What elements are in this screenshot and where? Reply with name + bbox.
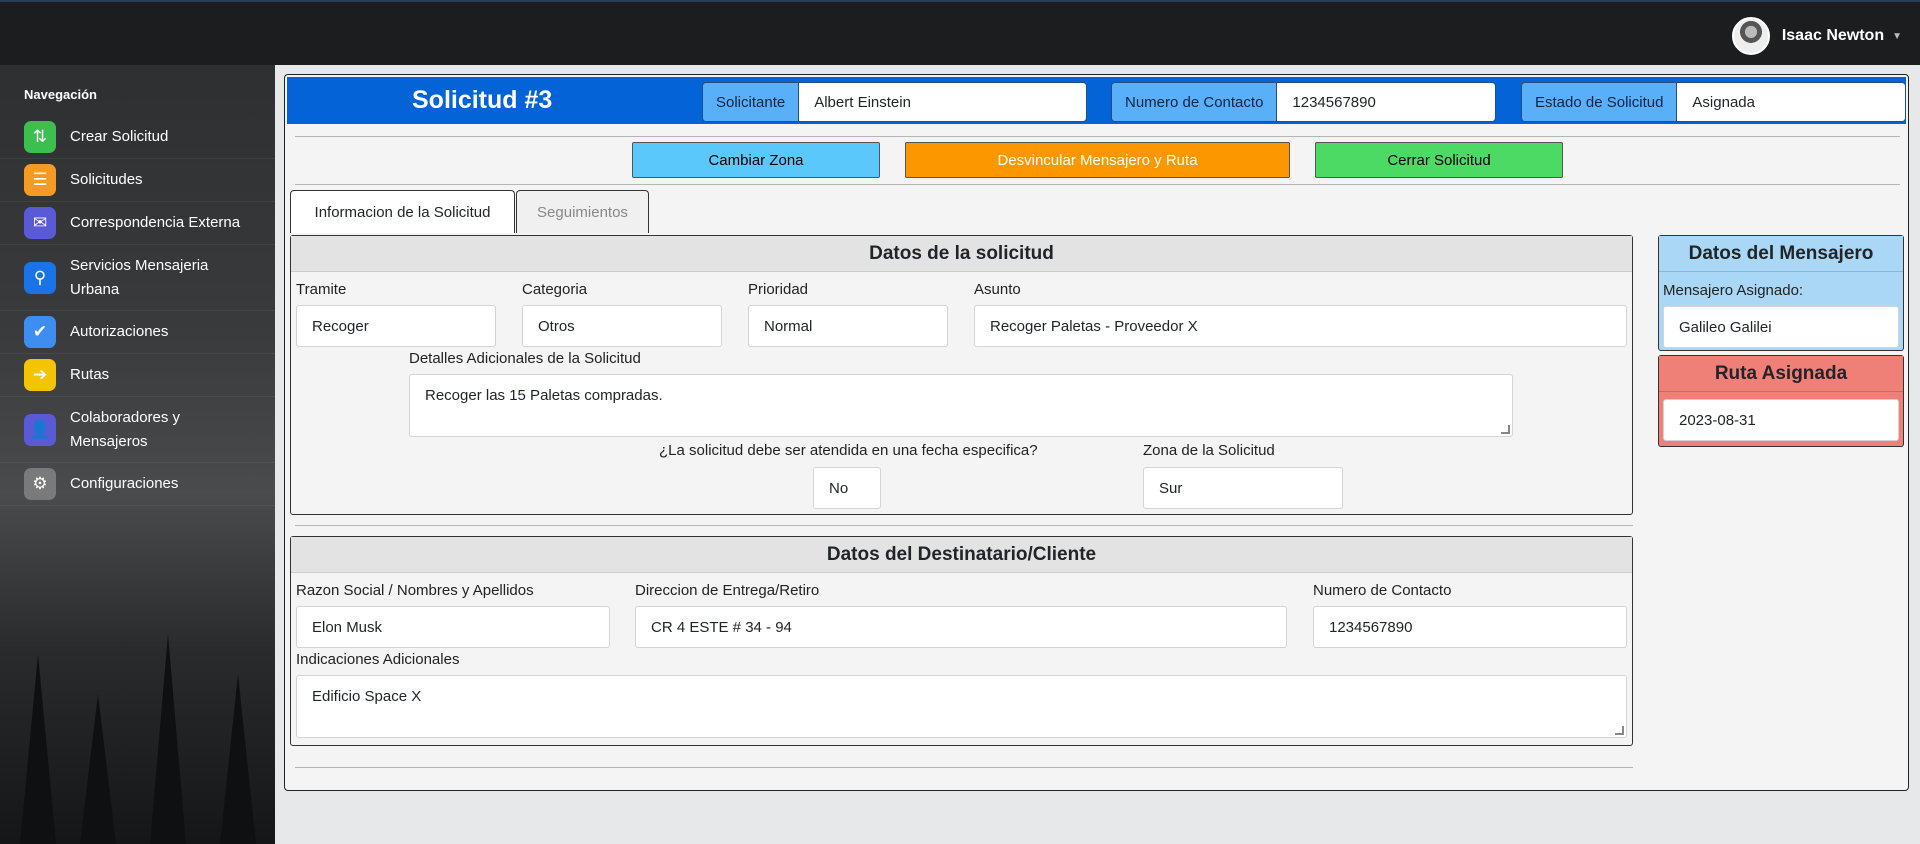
tree-silhouette (20, 654, 56, 844)
sidebar-item-configuraciones[interactable]: ⚙ Configuraciones (0, 463, 275, 506)
zona-field[interactable]: Sur (1143, 467, 1343, 509)
solicitante-field[interactable]: Albert Einstein (799, 83, 1086, 121)
detalles-label: Detalles Adicionales de la Solicitud (409, 350, 641, 367)
estado-label: Estado de Solicitud (1522, 83, 1678, 121)
razon-field[interactable]: Elon Musk (296, 606, 610, 648)
sidebar-title: Navegación (24, 87, 97, 102)
sidebar-item-colaboradores[interactable]: 👤 Colaboradores y Mensajeros (0, 397, 275, 463)
divider (295, 136, 1900, 137)
solicitante-label: Solicitante (703, 83, 800, 121)
chevron-down-icon: ▼ (1892, 30, 1902, 42)
sidebar-item-label: Correspondencia Externa (70, 214, 241, 231)
prioridad-field[interactable]: Normal (748, 305, 948, 347)
sidebar-item-autorizaciones[interactable]: ✔ Autorizaciones (0, 311, 275, 354)
sidebar-item-label: Solicitudes (70, 171, 143, 188)
tree-silhouette (80, 694, 116, 844)
mensajero-asignado-label: Mensajero Asignado: (1663, 282, 1804, 299)
ruta-panel: Ruta Asignada 2023-08-31 (1658, 355, 1904, 447)
divider (295, 767, 1633, 768)
direccion-label: Direccion de Entrega/Retiro (635, 582, 820, 599)
ruta-asignada-field[interactable]: 2023-08-31 (1663, 399, 1899, 441)
tree-silhouette (150, 634, 186, 844)
page-title: Solicitud #3 (412, 86, 553, 114)
sidebar-item-label: Autorizaciones (70, 323, 169, 340)
detalles-text: Recoger las 15 Paletas compradas. (425, 387, 663, 404)
sidebar-item-rutas[interactable]: ➔ Rutas (0, 354, 275, 397)
sidebar-item-correspondencia[interactable]: ✉ Correspondencia Externa (0, 202, 275, 245)
solicitud-card: Solicitud #3 Solicitante Albert Einstein… (284, 74, 1909, 791)
tree-silhouette (220, 674, 256, 844)
destinatario-panel-heading: Datos del Destinatario/Cliente (291, 537, 1632, 573)
top-navbar: Isaac Newton ▼ (0, 0, 1920, 65)
divider (295, 184, 1900, 185)
prioridad-label: Prioridad (748, 281, 809, 298)
direccion-field[interactable]: CR 4 ESTE # 34 - 94 (635, 606, 1287, 648)
contacto-label: Numero de Contacto (1112, 83, 1278, 121)
categoria-label: Categoria (522, 281, 588, 298)
destinatario-panel: Datos del Destinatario/Cliente Razon Soc… (290, 536, 1633, 746)
razon-label: Razon Social / Nombres y Apellidos (296, 582, 534, 599)
envelope-icon: ✉ (24, 207, 56, 239)
route-icon: ➔ (24, 359, 56, 391)
contacto-cliente-label: Numero de Contacto (1313, 582, 1452, 599)
avatar (1731, 17, 1770, 55)
solicitud-panel: Datos de la solicitud Tramite Recoger Ca… (290, 235, 1633, 515)
sidebar: Navegación ⇅ Crear Solicitud ☰ Solicitud… (0, 65, 275, 844)
sidebar-item-solicitudes[interactable]: ☰ Solicitudes (0, 159, 275, 202)
sidebar-item-label: Rutas (70, 366, 110, 383)
ruta-panel-heading: Ruta Asignada (1659, 356, 1903, 392)
cambiar-zona-button[interactable]: Cambiar Zona (632, 142, 880, 178)
solicitante-group: Solicitante Albert Einstein (702, 82, 1087, 122)
clipboard-check-icon: ✔ (24, 316, 56, 348)
tramite-label: Tramite (296, 281, 347, 298)
detalles-textarea[interactable]: Recoger las 15 Paletas compradas. (409, 374, 1513, 437)
sidebar-item-label: Crear Solicitud (70, 127, 169, 145)
indicaciones-textarea[interactable]: Edificio Space X (296, 675, 1627, 738)
user-shield-icon: 👤 (24, 413, 56, 446)
sidebar-item-servicios-mensajeria[interactable]: ⚲ Servicios Mensajeria Urbana (0, 245, 275, 311)
tab-informacion[interactable]: Informacion de la Solicitud (290, 190, 515, 233)
contacto-cliente-field[interactable]: 1234567890 (1313, 606, 1627, 648)
indicaciones-text: Edificio Space X (312, 688, 422, 705)
sidebar-item-label: Colaboradores y Mensajeros (70, 408, 181, 450)
motorcycle-icon: ⚲ (24, 261, 56, 294)
git-pull-request-icon: ⇅ (24, 120, 56, 153)
contacto-group: Numero de Contacto 1234567890 (1111, 82, 1496, 122)
contacto-field[interactable]: 1234567890 (1277, 83, 1495, 121)
solicitud-panel-heading: Datos de la solicitud (291, 236, 1632, 272)
mensajero-asignado-field[interactable]: Galileo Galilei (1663, 306, 1899, 348)
user-name: Isaac Newton (1781, 27, 1885, 44)
divider (295, 525, 1633, 526)
indicaciones-label: Indicaciones Adicionales (296, 651, 460, 668)
sidebar-item-label: Configuraciones (70, 475, 179, 492)
mensajero-panel-heading: Datos del Mensajero (1659, 236, 1903, 272)
solicitud-header: Solicitud #3 Solicitante Albert Einstein… (287, 77, 1906, 124)
resize-handle-icon[interactable] (1501, 425, 1510, 434)
fecha-label: ¿La solicitud debe ser atendida en una f… (659, 442, 1038, 459)
zona-label: Zona de la Solicitud (1143, 442, 1275, 459)
cerrar-solicitud-button[interactable]: Cerrar Solicitud (1315, 142, 1563, 178)
fecha-field[interactable]: No (813, 467, 881, 509)
estado-group: Estado de Solicitud Asignada (1521, 82, 1906, 122)
tab-seguimientos[interactable]: Seguimientos (516, 190, 649, 233)
tramite-field[interactable]: Recoger (296, 305, 496, 347)
sidebar-item-label: Servicios Mensajeria Urbana (70, 256, 209, 298)
gear-icon: ⚙ (24, 468, 56, 500)
user-menu[interactable]: Isaac Newton ▼ (1731, 17, 1902, 55)
mensajero-panel: Datos del Mensajero Mensajero Asignado: … (1658, 235, 1904, 351)
asunto-field[interactable]: Recoger Paletas - Proveedor X (974, 305, 1627, 347)
asunto-label: Asunto (974, 281, 1021, 298)
list-icon: ☰ (24, 164, 56, 196)
categoria-field[interactable]: Otros (522, 305, 722, 347)
sidebar-item-crear-solicitud[interactable]: ⇅ Crear Solicitud (0, 115, 275, 159)
desvincular-button[interactable]: Desvincular Mensajero y Ruta (905, 142, 1290, 178)
estado-field[interactable]: Asignada (1677, 83, 1905, 121)
resize-handle-icon[interactable] (1615, 726, 1624, 735)
